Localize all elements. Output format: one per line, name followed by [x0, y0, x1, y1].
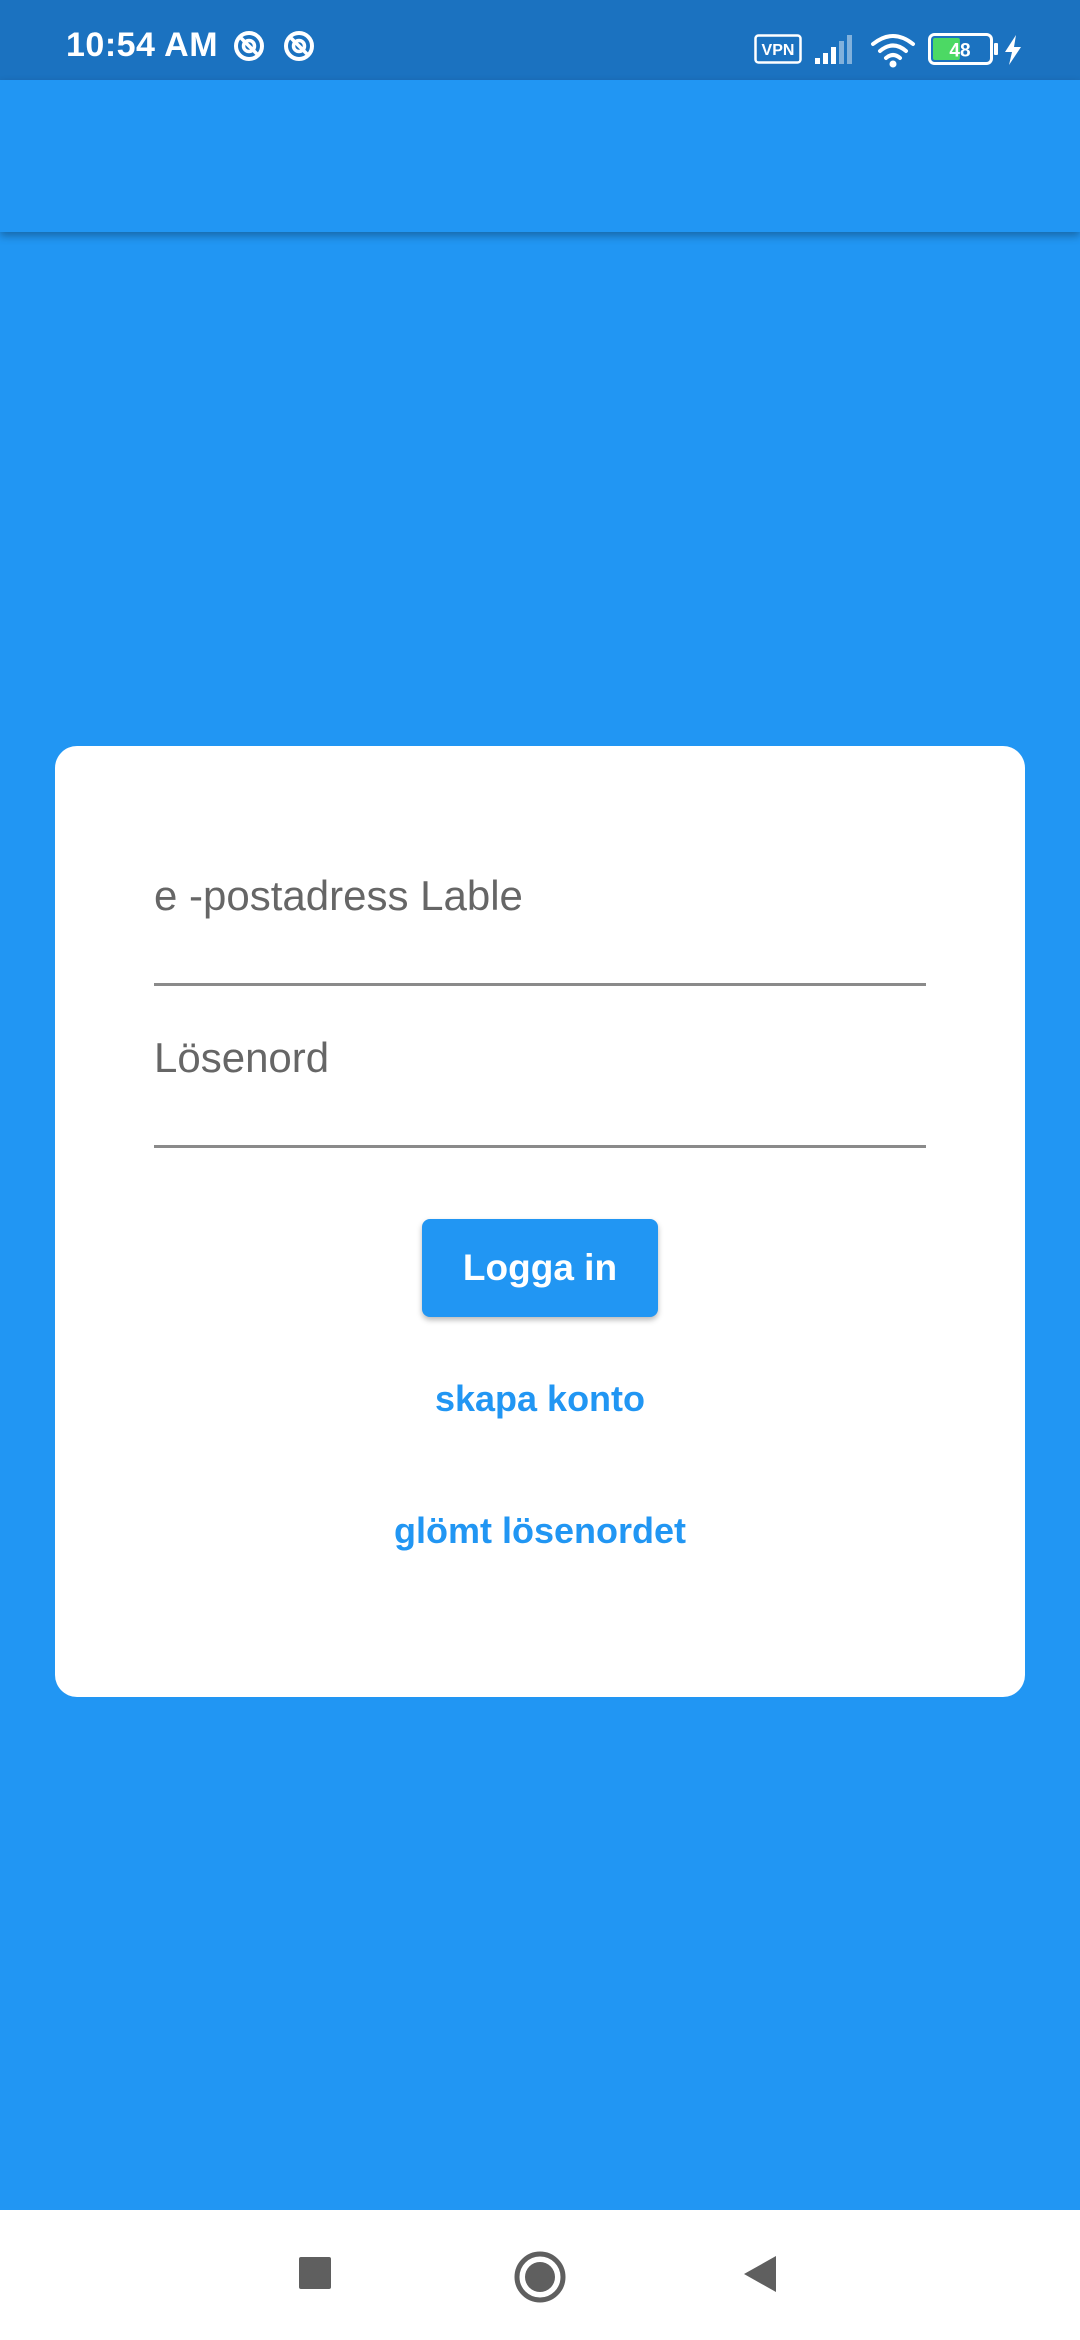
charging-icon	[1005, 35, 1021, 65]
recent-apps-icon[interactable]	[298, 2256, 332, 2290]
login-button[interactable]: Logga in	[422, 1219, 658, 1317]
vpn-icon: VPN	[754, 34, 802, 64]
login-card: e -postadress Lable Lösenord Logga in sk…	[55, 746, 1025, 1697]
data-saver-icon	[284, 31, 314, 61]
wifi-icon	[871, 34, 915, 68]
battery-icon: 48	[928, 33, 998, 65]
back-icon[interactable]	[742, 2254, 778, 2294]
data-saver-icon	[234, 31, 264, 61]
svg-text:VPN: VPN	[762, 42, 795, 59]
password-field[interactable]: Lösenord	[154, 1028, 926, 1148]
signal-icon	[815, 35, 852, 64]
status-time: 10:54 AM	[66, 26, 219, 64]
app-bar	[0, 80, 1080, 232]
email-field[interactable]: e -postadress Lable	[154, 866, 926, 986]
forgot-password-link[interactable]: glömt lösenordet	[55, 1510, 1025, 1552]
create-account-link[interactable]: skapa konto	[55, 1378, 1025, 1420]
password-placeholder: Lösenord	[154, 1034, 330, 1081]
status-bar: 10:54 AM VPN 48	[0, 0, 1080, 80]
svg-text:48: 48	[949, 41, 970, 62]
email-placeholder: e -postadress Lable	[154, 872, 523, 919]
home-icon[interactable]	[513, 2250, 567, 2304]
navigation-bar	[0, 2210, 1080, 2340]
